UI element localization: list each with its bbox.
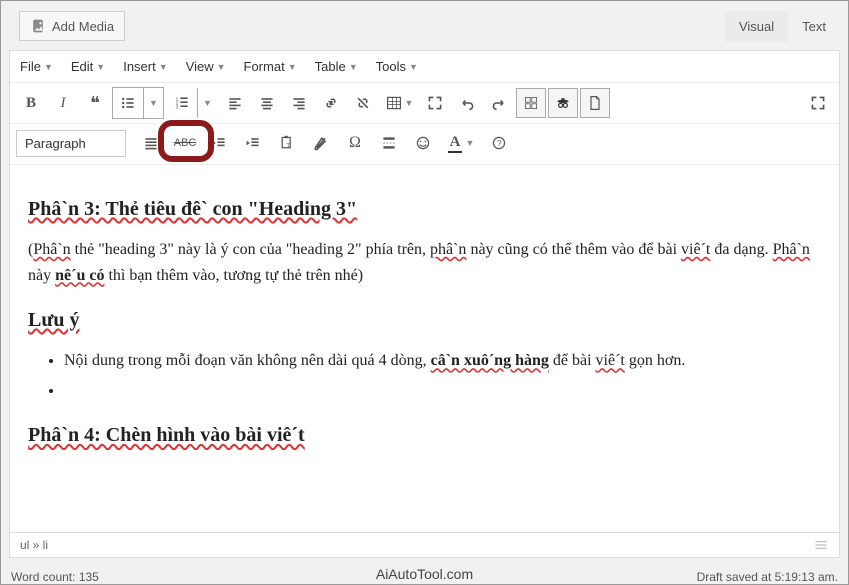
- content-area[interactable]: Phâ`n 3: Thẻ tiêu đê` con "Heading 3" (P…: [10, 165, 839, 532]
- redo-button[interactable]: [484, 88, 514, 118]
- svg-text:?: ?: [497, 139, 502, 148]
- special-char-button[interactable]: Ω: [340, 128, 370, 158]
- menu-format[interactable]: Format▼: [244, 59, 297, 74]
- read-more-button[interactable]: [374, 128, 404, 158]
- link-button[interactable]: [316, 88, 346, 118]
- fullscreen-button[interactable]: [420, 88, 450, 118]
- undo-button[interactable]: [452, 88, 482, 118]
- watermark: AiAutoTool.com: [376, 566, 473, 582]
- strikethrough-button[interactable]: ABC: [170, 128, 200, 158]
- heading-3: Phâ`n 4: Chèn hình vào bài viê´t: [28, 419, 821, 451]
- element-path[interactable]: ul » li: [20, 538, 48, 552]
- svg-text:T: T: [286, 143, 290, 150]
- outdent-button[interactable]: [204, 128, 234, 158]
- heading-3: Phâ`n 3: Thẻ tiêu đê` con "Heading 3": [28, 193, 821, 225]
- menu-file[interactable]: File▼: [20, 59, 53, 74]
- topbar: Add Media Visual Text: [1, 1, 848, 42]
- editor: File▼ Edit▼ Insert▼ View▼ Format▼ Table▼…: [9, 50, 840, 558]
- list-item: Nội dung trong mỗi đoạn văn không nên dà…: [64, 348, 821, 374]
- help-button[interactable]: ?: [484, 128, 514, 158]
- menu-view[interactable]: View▼: [186, 59, 226, 74]
- align-left-button[interactable]: [220, 88, 250, 118]
- menu-table[interactable]: Table▼: [315, 59, 358, 74]
- clear-formatting-button[interactable]: [306, 128, 336, 158]
- templates-button[interactable]: [516, 88, 546, 118]
- emoji-button[interactable]: [408, 128, 438, 158]
- unlink-button[interactable]: [348, 88, 378, 118]
- list-item: [64, 378, 821, 404]
- incognito-button[interactable]: [548, 88, 578, 118]
- menubar: File▼ Edit▼ Insert▼ View▼ Format▼ Table▼…: [10, 51, 839, 83]
- document-button[interactable]: [580, 88, 610, 118]
- align-center-button[interactable]: [252, 88, 282, 118]
- resize-handle-icon[interactable]: [813, 537, 829, 553]
- tab-visual[interactable]: Visual: [725, 11, 788, 42]
- bullet-list-split: ▼: [112, 87, 164, 119]
- add-media-button[interactable]: Add Media: [19, 11, 125, 41]
- word-count: Word count: 135: [11, 570, 99, 584]
- numbered-list-button[interactable]: 123: [167, 88, 197, 118]
- element-path-bar: ul » li: [10, 532, 839, 557]
- table-button[interactable]: ▼: [380, 88, 418, 118]
- toolbar-row-1: B I ❝ ▼ 123 ▼ ▼: [10, 83, 839, 124]
- align-right-button[interactable]: [284, 88, 314, 118]
- justify-button[interactable]: [136, 128, 166, 158]
- bullet-list-button[interactable]: [113, 88, 143, 118]
- draft-saved: Draft saved at 5:19:13 am.: [697, 570, 838, 584]
- editor-tabs: Visual Text: [725, 11, 840, 42]
- tab-text[interactable]: Text: [788, 11, 840, 42]
- distraction-free-button[interactable]: [803, 88, 833, 118]
- bullet-list: Nội dung trong mỗi đoạn văn không nên dà…: [64, 348, 821, 403]
- menu-edit[interactable]: Edit▼: [71, 59, 105, 74]
- numbered-list-split: 123 ▼: [166, 87, 218, 119]
- add-media-label: Add Media: [52, 19, 114, 34]
- bullet-list-dropdown[interactable]: ▼: [143, 88, 163, 118]
- heading-3: Lưu ý: [28, 304, 821, 336]
- media-icon: [30, 18, 46, 34]
- toolbar-row-2: Paragraph ABC T Ω A▼ ?: [10, 124, 839, 165]
- numbered-list-dropdown[interactable]: ▼: [197, 88, 217, 118]
- indent-button[interactable]: [238, 128, 268, 158]
- bold-button[interactable]: B: [16, 88, 46, 118]
- blockquote-button[interactable]: ❝: [80, 88, 110, 118]
- menu-tools[interactable]: Tools▼: [376, 59, 418, 74]
- paragraph-format-select[interactable]: Paragraph: [16, 130, 126, 157]
- italic-button[interactable]: I: [48, 88, 78, 118]
- text-color-button[interactable]: A▼: [442, 128, 480, 158]
- paste-text-button[interactable]: T: [272, 128, 302, 158]
- editor-frame: Add Media Visual Text File▼ Edit▼ Insert…: [0, 0, 849, 585]
- menu-insert[interactable]: Insert▼: [123, 59, 167, 74]
- svg-text:3: 3: [176, 105, 179, 111]
- paragraph: (Phâ`n thẻ "heading 3" này là ý con của …: [28, 237, 821, 288]
